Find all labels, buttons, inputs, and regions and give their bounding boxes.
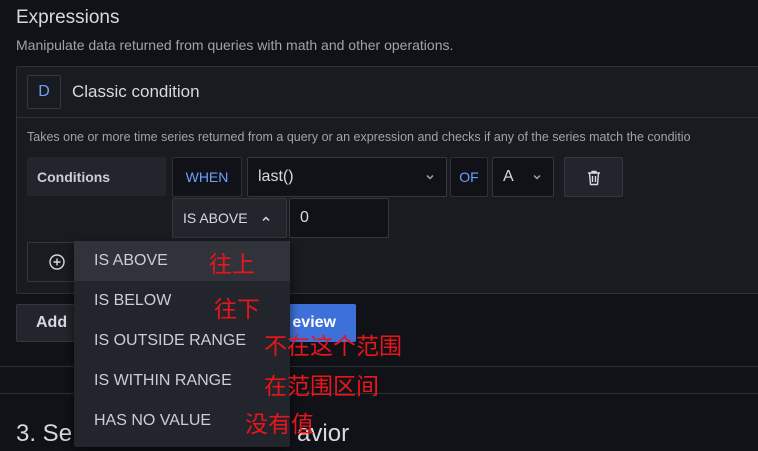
reducer-value: last() [258,168,294,185]
reducer-select[interactable]: last() [247,157,447,197]
dropdown-option-is-outside-range[interactable]: IS OUTSIDE RANGE [74,321,290,361]
delete-condition-button[interactable] [564,157,623,197]
chevron-up-icon [262,216,270,222]
plus-circle-icon [49,254,65,270]
section-subtitle: Manipulate data returned from queries wi… [16,37,454,53]
annotation-below: 往下 [214,297,260,323]
threshold-input[interactable]: 0 [289,198,389,238]
expression-card-header[interactable]: D Classic condition [17,67,758,118]
of-keyword: OF [450,157,488,197]
conditions-label: Conditions [27,157,166,196]
expression-letter-badge: D [27,75,61,109]
query-ref-select[interactable]: A [492,157,554,197]
evaluator-select[interactable]: IS ABOVE [172,198,287,238]
annotation-within-range: 在范围区间 [264,374,379,400]
query-ref-value: A [503,168,514,185]
dropdown-option-is-within-range[interactable]: IS WITHIN RANGE [74,361,290,401]
annotation-no-value: 没有值 [245,412,314,438]
next-section-title-prefix: 3. Se [16,420,73,447]
expression-title: Classic condition [72,82,200,101]
expression-description: Takes one or more time series returned f… [27,130,691,144]
evaluator-value: IS ABOVE [183,210,248,226]
when-keyword: WHEN [172,157,242,197]
trash-icon [587,170,600,185]
dropdown-option-is-above[interactable]: IS ABOVE [74,241,290,281]
annotation-above: 往上 [209,252,255,278]
chevron-down-icon [533,174,541,180]
annotation-outside-range: 不在这个范围 [264,334,402,360]
chevron-down-icon [426,174,434,180]
section-title: Expressions [16,7,120,28]
